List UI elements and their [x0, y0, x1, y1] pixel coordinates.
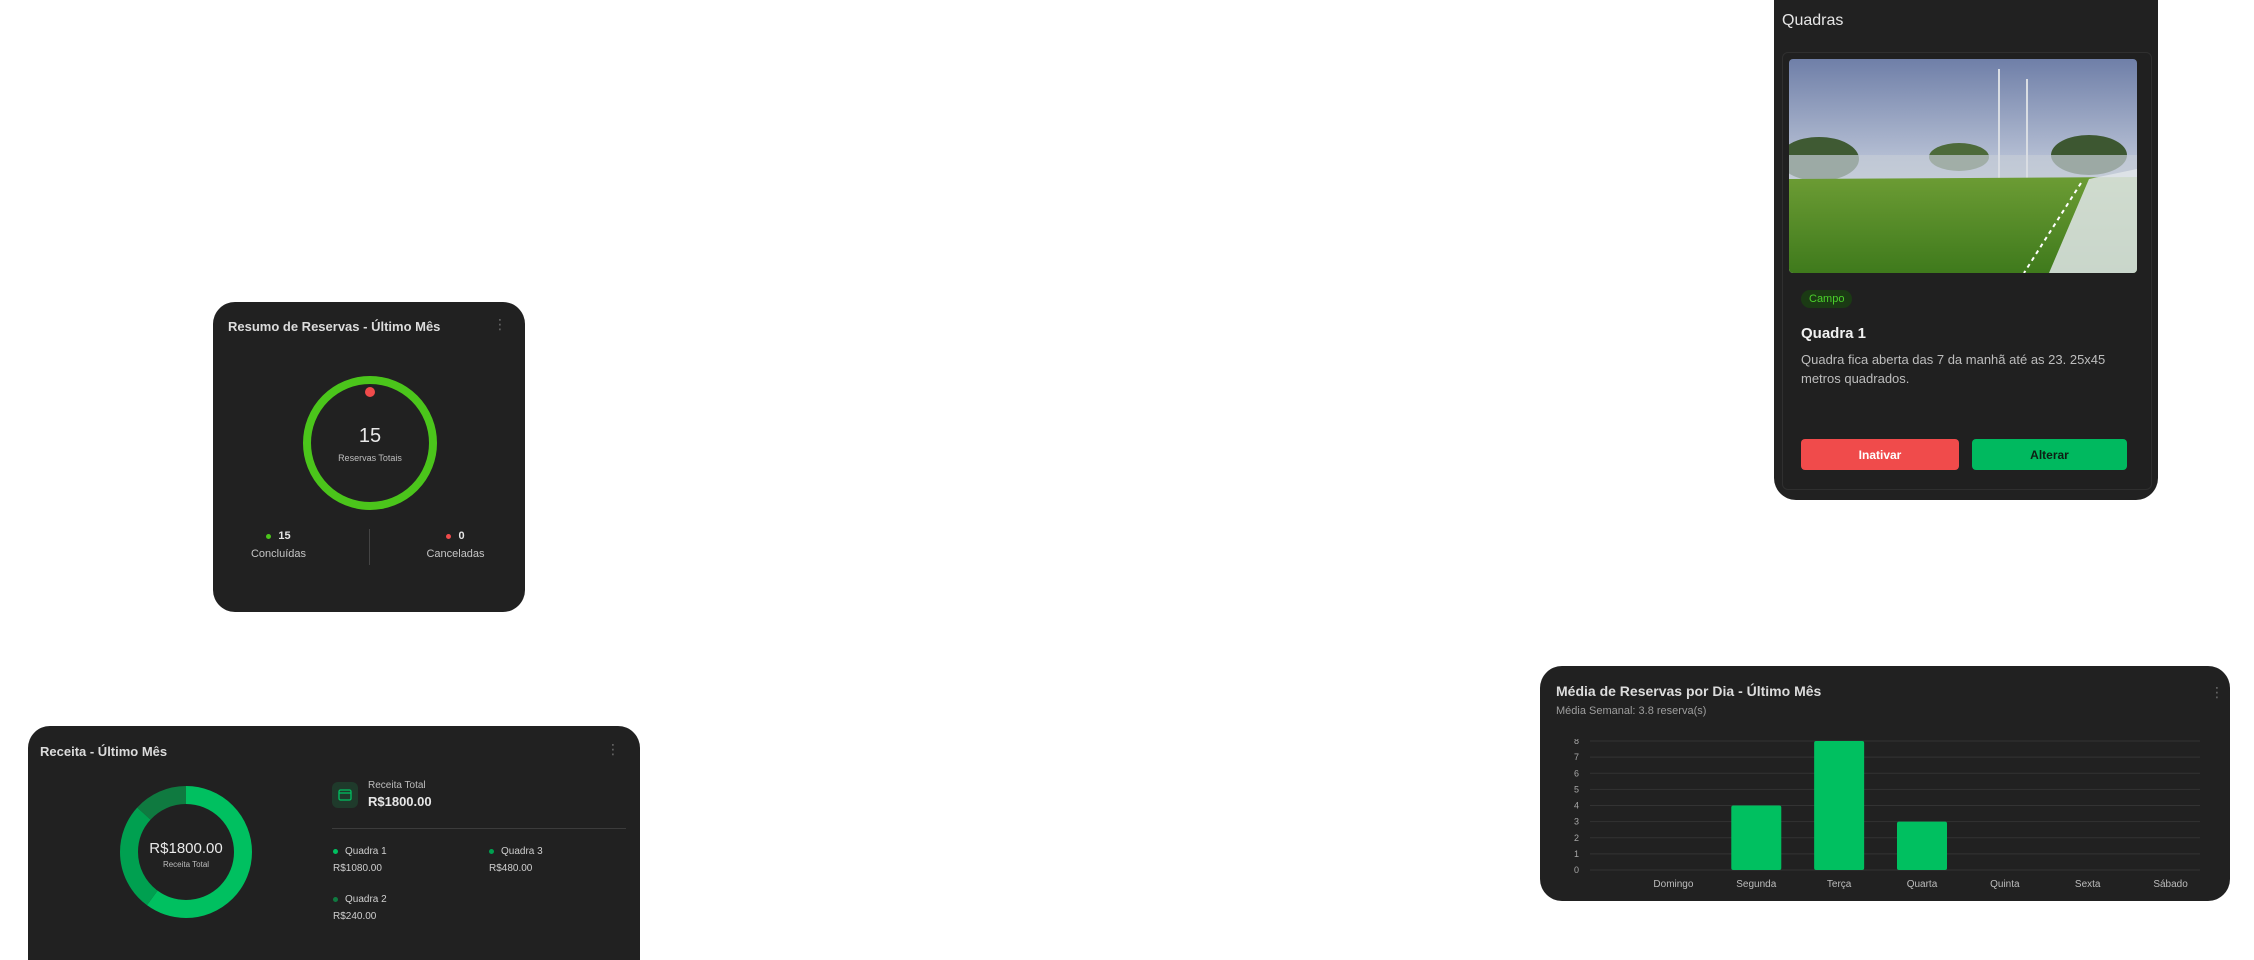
daily-average-card: Média de Reservas por Dia - Último Mês M…: [1540, 666, 2230, 901]
court-name: Quadra 1: [1801, 325, 1867, 342]
total-reservations-label: Reservas Totais: [338, 453, 402, 463]
cancel-marker: [365, 387, 375, 397]
divider: [369, 529, 370, 565]
x-tick-label: Quarta: [1907, 879, 1938, 889]
cancelled-value: 0: [458, 530, 465, 542]
y-tick-label: 5: [1574, 784, 1579, 794]
y-tick-label: 3: [1574, 817, 1579, 827]
x-tick-label: Sexta: [2075, 879, 2101, 889]
completed-value: 15: [278, 530, 291, 542]
revenue-item-value: R$1080.00: [333, 863, 382, 874]
legend-dot-icon: [333, 896, 338, 902]
revenue-item-name: Quadra 2: [345, 894, 387, 905]
x-tick-label: Sábado: [2153, 879, 2188, 889]
completed-label: Concluídas: [250, 548, 307, 560]
legend-dot-icon: [489, 848, 494, 854]
more-options-icon[interactable]: ⋮: [2210, 685, 2224, 699]
revenue-donut-chart: R$1800.00 Receita Total: [120, 786, 252, 918]
revenue-item: Quadra 2 R$240.00: [333, 894, 387, 922]
cancelled-label: Canceladas: [426, 548, 485, 560]
court-description: Quadra fica aberta das 7 da manhã até as…: [1801, 352, 2106, 386]
y-tick-label: 8: [1574, 739, 1579, 746]
card-title: Resumo de Reservas - Último Mês: [228, 319, 441, 334]
revenue-item-value: R$240.00: [333, 911, 377, 922]
total-reservations: 15: [358, 425, 382, 447]
bar-terça: [1814, 741, 1865, 870]
reservations-ring-chart: 15 Reservas Totais: [302, 375, 438, 511]
revenue-total-label: Receita Total: [368, 780, 426, 791]
revenue-total-value: R$1800.00: [368, 794, 432, 809]
revenue-item-value: R$480.00: [489, 863, 533, 874]
x-tick-label: Domingo: [1653, 879, 1693, 889]
court-photo: [1789, 59, 2137, 273]
revenue-item-name: Quadra 3: [501, 846, 543, 857]
revenue-item-name: Quadra 1: [345, 846, 387, 857]
revenue-item: Quadra 1 R$1080.00: [333, 846, 387, 874]
edit-button[interactable]: Alterar: [1972, 439, 2127, 470]
more-options-icon[interactable]: ⋮: [493, 317, 507, 331]
more-options-icon[interactable]: ⋮: [606, 742, 620, 756]
panel-title: Quadras: [1782, 12, 1844, 29]
y-tick-label: 2: [1574, 833, 1579, 843]
bar-quarta: [1897, 821, 1947, 870]
divider: [332, 828, 626, 829]
reservations-summary-card: Resumo de Reservas - Último Mês ⋮ 15 Res…: [213, 302, 525, 612]
x-tick-label: Segunda: [1736, 879, 1776, 889]
legend-dot-icon: [333, 848, 338, 854]
revenue-item: Quadra 3 R$480.00: [489, 846, 543, 874]
y-tick-label: 1: [1574, 849, 1579, 859]
y-tick-label: 6: [1574, 768, 1579, 778]
card-subtitle: Média Semanal: 3.8 reserva(s): [1556, 705, 1707, 717]
inactivate-button[interactable]: Inativar: [1801, 439, 1959, 470]
bar-segunda: [1731, 805, 1782, 870]
y-tick-label: 0: [1574, 865, 1579, 875]
revenue-card: Receita - Último Mês ⋮ R$1800.00 Receita…: [28, 726, 640, 960]
revenue-total-center: R$1800.00: [149, 840, 223, 857]
completed-dot-icon: [266, 533, 272, 539]
card-title: Média de Reservas por Dia - Último Mês: [1556, 683, 1822, 699]
x-tick-label: Terça: [1827, 879, 1852, 889]
revenue-total-center-label: Receita Total: [162, 860, 210, 869]
courts-panel: Quadras Campo Quadra 1 Quadra fica abert…: [1774, 0, 2158, 500]
cancelled-dot-icon: [446, 533, 452, 539]
daily-reservations-bar-chart: 0 1 2 3 4 5 6 7 8 Domingo Segunda Terça Quarta Quinta…: [1574, 739, 2200, 889]
card-title: Receita - Último Mês: [40, 744, 168, 759]
y-tick-label: 4: [1574, 801, 1579, 811]
y-tick-label: 7: [1574, 752, 1579, 762]
x-tick-label: Quinta: [1990, 879, 2020, 889]
wallet-icon: [332, 782, 358, 808]
cancelled-stat: 0 Canceladas: [418, 530, 493, 560]
completed-stat: 15 Concluídas: [241, 530, 316, 560]
court-type-badge: Campo: [1801, 290, 1853, 308]
